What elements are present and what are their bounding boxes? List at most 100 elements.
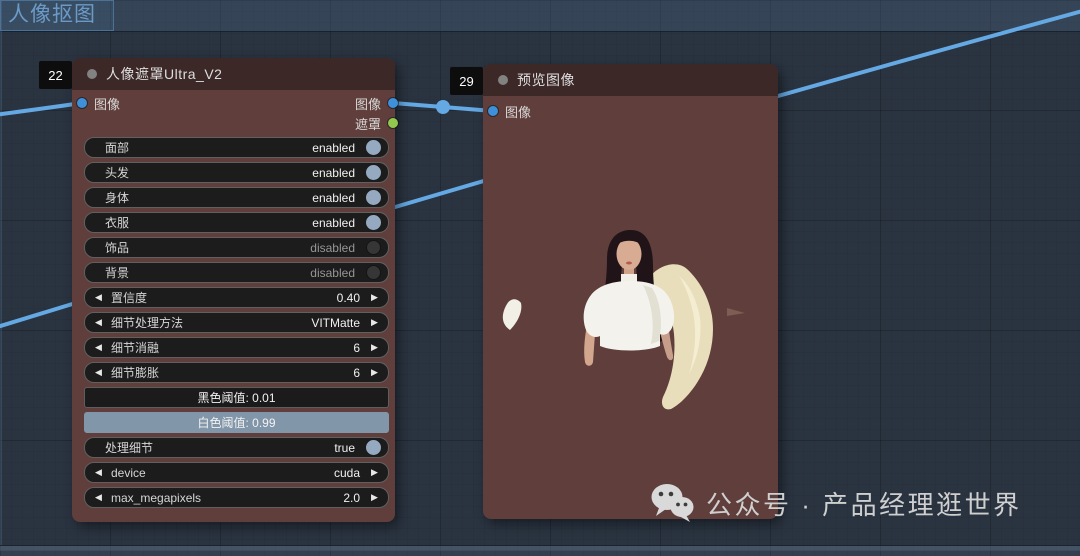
node-header[interactable]: 预览图像	[483, 64, 778, 96]
hair-fringe	[616, 237, 642, 246]
widget-value: 2.0	[343, 490, 360, 505]
increment-arrow-icon[interactable]: ▶	[368, 368, 381, 377]
group-title[interactable]: 人像抠图	[0, 0, 114, 31]
widget-label: 置信度	[111, 291, 148, 305]
port-dot-icon[interactable]	[77, 98, 87, 108]
increment-arrow-icon[interactable]: ▶	[368, 293, 381, 302]
widget-label: 处理细节	[105, 441, 154, 455]
slider-text: 黑色阈值: 0.01	[197, 391, 276, 405]
group-header-band	[0, 0, 1080, 32]
toggle-knob-icon[interactable]	[366, 240, 381, 255]
toggle-knob-icon[interactable]	[366, 440, 381, 455]
toggle-knob-icon[interactable]	[366, 215, 381, 230]
toggle-knob-icon[interactable]	[366, 265, 381, 280]
toggle-knob-icon[interactable]	[366, 165, 381, 180]
decrement-arrow-icon[interactable]: ◀	[92, 293, 105, 302]
input-port-image[interactable]: 图像	[77, 95, 121, 112]
widget-list: 面部 enabled 头发 enabled 身体 enabled 衣服 enabled 饰品 di…	[84, 137, 389, 512]
slider-text: 白色阈值: 0.99	[197, 416, 276, 430]
hair	[596, 229, 666, 343]
lips	[626, 261, 632, 265]
toggle-background[interactable]: 背景 disabled	[84, 262, 389, 283]
reroute-dot[interactable]	[436, 100, 450, 114]
node-id-badge: 29	[450, 67, 483, 95]
blouse-shading	[643, 285, 661, 344]
toggle-hair[interactable]: 头发 enabled	[84, 162, 389, 183]
widget-value: 6	[353, 365, 360, 380]
wire-into-mask-node	[0, 101, 83, 117]
node-editor-canvas[interactable]: 人像抠图 22 人像遮罩Ultra_V2 图像 图像 遮罩 面部 enabled 头…	[0, 0, 1080, 556]
widget-label: 细节处理方法	[111, 316, 184, 330]
increment-arrow-icon[interactable]: ▶	[368, 343, 381, 352]
widget-label: 衣服	[105, 216, 130, 230]
collapse-dot-icon[interactable]	[498, 75, 508, 85]
watermark-text: 公众号 · 产品经理逛世界	[706, 489, 1022, 520]
face	[616, 238, 642, 270]
drape-highlight	[679, 276, 701, 374]
port-label: 图像	[354, 96, 381, 112]
toggle-face[interactable]: 面部 enabled	[84, 137, 389, 158]
drape-streak	[727, 308, 745, 316]
node-title: 人像遮罩Ultra_V2	[106, 66, 223, 82]
combo-device[interactable]: ◀ device cuda ▶	[84, 462, 389, 483]
widget-label: 头发	[105, 166, 130, 180]
neck	[624, 266, 634, 280]
input-port-image[interactable]: 图像	[488, 103, 532, 120]
bar-white-point[interactable]: 白色阈值: 0.99	[84, 412, 389, 433]
port-label: 图像	[505, 104, 532, 120]
widget-value: VITMatte	[311, 315, 360, 330]
wechat-icon	[651, 484, 694, 522]
decrement-arrow-icon[interactable]: ◀	[92, 343, 105, 352]
node-portrait-mask-ultra[interactable]: 22 人像遮罩Ultra_V2 图像 图像 遮罩 面部 enabled 头发 enab…	[39, 58, 398, 522]
combo-max-megapixels[interactable]: ◀ max_megapixels 2.0 ▶	[84, 487, 389, 508]
toggle-knob-icon[interactable]	[366, 140, 381, 155]
widget-value: 0.40	[336, 290, 360, 305]
widget-value: cuda	[333, 465, 360, 480]
decrement-arrow-icon[interactable]: ◀	[92, 468, 105, 477]
increment-arrow-icon[interactable]: ▶	[368, 468, 381, 477]
widget-value: 6	[353, 340, 360, 355]
decrement-arrow-icon[interactable]: ◀	[92, 368, 105, 377]
widget-value: disabled	[310, 240, 355, 255]
widget-value: enabled	[312, 215, 355, 230]
bar-black-point[interactable]: 黑色阈值: 0.01	[84, 387, 389, 408]
widget-value: enabled	[312, 190, 355, 205]
decrement-arrow-icon[interactable]: ◀	[92, 318, 105, 327]
left-arm	[584, 320, 596, 366]
combo-detail-dilate[interactable]: ◀ 细节膨胀 6 ▶	[84, 362, 389, 383]
combo-detail-erode[interactable]: ◀ 细节消融 6 ▶	[84, 337, 389, 358]
port-dot-icon[interactable]	[388, 98, 398, 108]
toggle-knob-icon[interactable]	[366, 190, 381, 205]
widget-label: device	[111, 465, 146, 480]
toggle-clothes[interactable]: 衣服 enabled	[84, 212, 389, 233]
group-left-border	[0, 0, 2, 546]
port-dot-icon[interactable]	[388, 118, 398, 128]
collapse-dot-icon[interactable]	[87, 69, 97, 79]
node-header[interactable]: 人像遮罩Ultra_V2	[72, 58, 395, 90]
node-title: 预览图像	[517, 72, 575, 88]
right-arm	[658, 322, 674, 361]
widget-label: 面部	[105, 141, 130, 155]
port-label: 图像	[94, 96, 121, 112]
toggle-process-detail[interactable]: 处理细节 true	[84, 437, 389, 458]
preview-image-portrait-cutout	[502, 229, 745, 410]
port-dot-icon[interactable]	[488, 106, 498, 116]
toggle-accessories[interactable]: 饰品 disabled	[84, 237, 389, 258]
combo-confidence[interactable]: ◀ 置信度 0.40 ▶	[84, 287, 389, 308]
toggle-body[interactable]: 身体 enabled	[84, 187, 389, 208]
widget-label: 背景	[105, 266, 130, 280]
output-port-mask[interactable]: 遮罩	[355, 115, 398, 132]
widget-value: enabled	[312, 165, 355, 180]
watermark: 公众号 · 产品经理逛世界	[650, 483, 1022, 523]
increment-arrow-icon[interactable]: ▶	[368, 493, 381, 502]
blouse-collar	[621, 274, 637, 284]
increment-arrow-icon[interactable]: ▶	[368, 318, 381, 327]
decrement-arrow-icon[interactable]: ◀	[92, 493, 105, 502]
blouse	[583, 281, 675, 351]
widget-value: enabled	[312, 140, 355, 155]
drape-fabric	[648, 264, 713, 410]
wire-image-to-preview	[392, 101, 494, 113]
node-preview-image[interactable]: 29 预览图像 图像	[450, 64, 778, 519]
combo-detail-method[interactable]: ◀ 细节处理方法 VITMatte ▶	[84, 312, 389, 333]
output-port-image[interactable]: 图像	[354, 95, 398, 112]
